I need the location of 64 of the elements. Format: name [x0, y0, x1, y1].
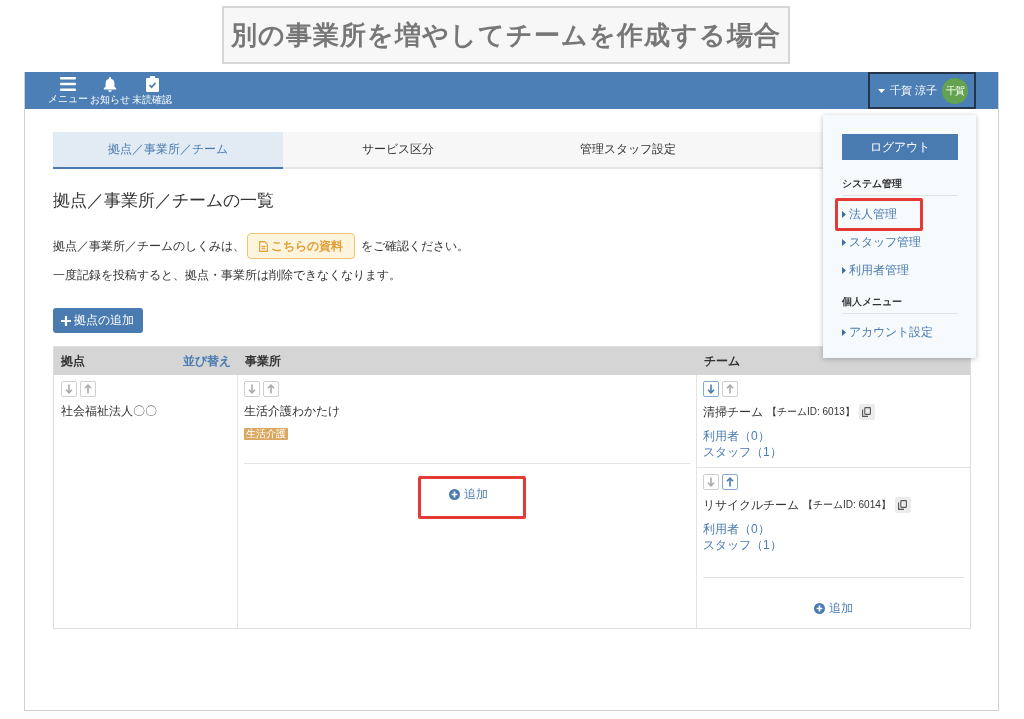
copy-button[interactable] [858, 404, 875, 420]
document-icon [259, 240, 268, 252]
user-avatar: 千賀 [942, 77, 968, 104]
caret-right-icon [842, 266, 846, 274]
menu-heading: 個人メニュー [842, 295, 958, 314]
copy-button[interactable] [894, 497, 911, 513]
team-link[interactable]: スタッフ（1） [703, 444, 782, 460]
team-id: 【チームID: 6014】 [803, 498, 891, 512]
copy-icon [862, 407, 872, 417]
arrow-up-icon [267, 384, 275, 394]
copy-icon [898, 500, 908, 510]
add-button[interactable]: 追加 [418, 476, 526, 519]
menu-icon [60, 77, 76, 91]
plus-circle-icon [814, 603, 825, 614]
plus-icon [61, 315, 71, 326]
nav-button[interactable]: メニュー [47, 77, 89, 104]
logout-button[interactable]: ログアウト [842, 134, 958, 160]
service-tag: 生活介護 [244, 428, 288, 440]
user-menu-button[interactable]: 千賀 涼子 千賀 [868, 72, 976, 109]
move-up-button[interactable] [722, 474, 738, 490]
nav-button[interactable]: お知らせ [89, 76, 131, 105]
menu-item[interactable]: 法人管理 [835, 197, 923, 231]
menu-heading: システム管理 [842, 177, 958, 196]
arrow-down-icon [65, 384, 73, 394]
guide-text: をご確認ください。 [361, 237, 469, 255]
menu-item[interactable]: 利用者管理 [842, 263, 909, 277]
arrow-up-icon [726, 477, 734, 487]
column-header: 事業所 [245, 352, 281, 370]
caret-right-icon [842, 328, 846, 336]
menu-item[interactable]: アカウント設定 [842, 325, 933, 339]
team-link[interactable]: 利用者（0） [703, 428, 770, 444]
add-base-button[interactable]: 拠点の追加 [53, 308, 143, 333]
plus-circle-icon [449, 489, 460, 500]
team-link[interactable]: 利用者（0） [703, 521, 770, 537]
base-name: 社会福祉法人〇〇 [61, 403, 158, 419]
guide-text: 拠点／事業所／チームのしくみは、 [53, 237, 245, 255]
nav-button[interactable]: 未読確認 [131, 76, 173, 105]
menu-item[interactable]: スタッフ管理 [842, 235, 921, 249]
warning-text: 一度記録を投稿すると、拠点・事業所は削除できなくなります。 [53, 267, 401, 283]
office-name: 生活介護わかたけ [244, 403, 341, 419]
arrow-down-icon [707, 477, 715, 487]
caret-right-icon [842, 210, 846, 218]
arrow-down-icon [707, 384, 715, 394]
arrow-down-icon [248, 384, 256, 394]
clipboard-check-icon [145, 76, 159, 92]
add-button[interactable]: 追加 [814, 602, 853, 615]
banner-title: 別の事業所を増やしてチームを作成する場合 [231, 18, 781, 52]
caret-down-icon [878, 88, 885, 93]
tab[interactable]: 管理スタッフ設定 [513, 132, 743, 169]
team-name: 清掃チーム [703, 403, 763, 421]
team-link[interactable]: スタッフ（1） [703, 537, 782, 553]
arrow-up-icon [726, 384, 734, 394]
arrow-up-icon [84, 384, 92, 394]
tab[interactable]: サービス区分 [283, 132, 513, 169]
team-name: リサイクルチーム [703, 496, 799, 514]
bell-icon [103, 76, 117, 92]
team-id: 【チームID: 6013】 [767, 405, 855, 419]
page-title: 拠点／事業所／チームの一覧 [53, 190, 274, 212]
column-header: 拠点 [61, 352, 85, 370]
tab[interactable]: 拠点／事業所／チーム [53, 132, 283, 169]
caret-right-icon [842, 238, 846, 246]
sort-link[interactable]: 並び替え [183, 352, 231, 370]
column-header: チーム [704, 352, 740, 370]
move-down-button[interactable] [703, 381, 719, 397]
